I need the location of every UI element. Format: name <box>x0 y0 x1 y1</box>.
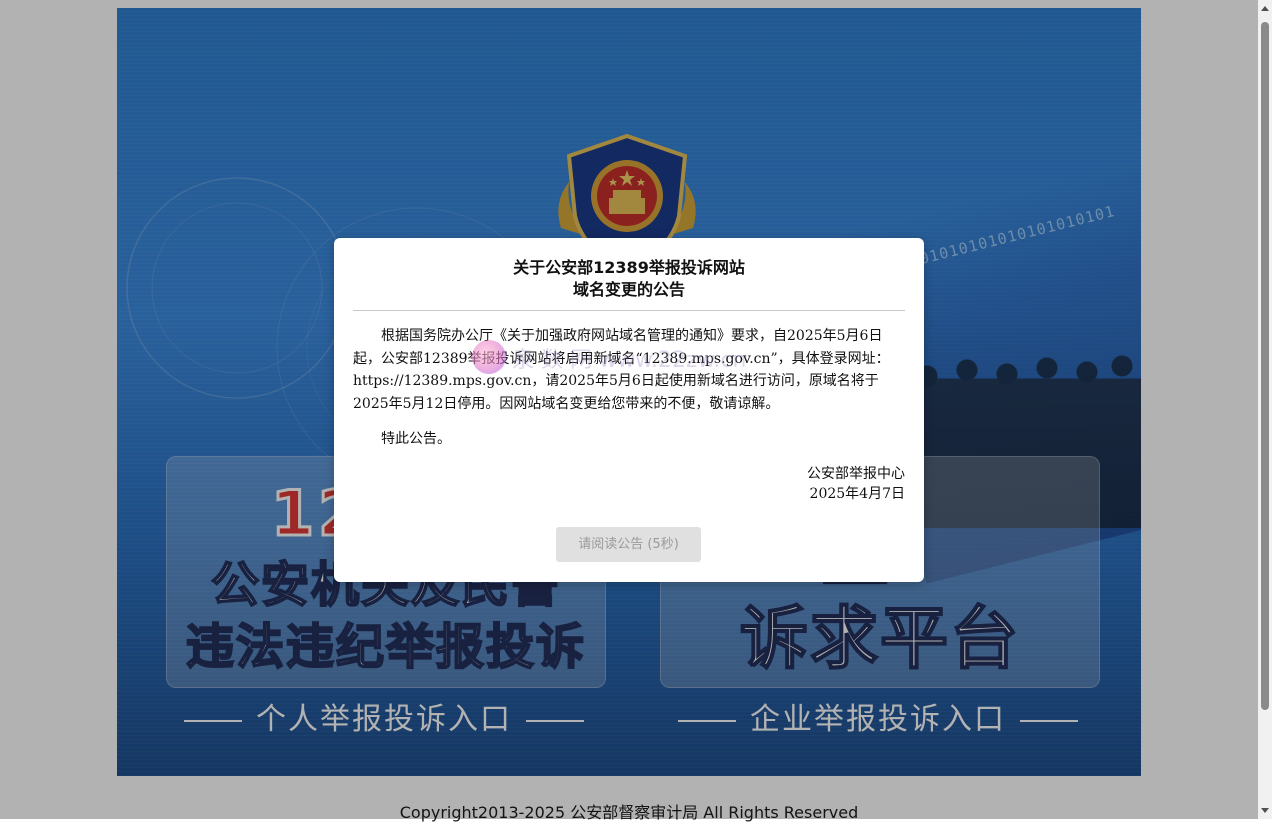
scrollbar-thumb[interactable] <box>1261 22 1269 710</box>
notice-title-line2: 域名变更的公告 <box>572 280 685 299</box>
page: 01010101010101010101 12 公安机关及民警 违法违纪举报投诉… <box>0 0 1258 822</box>
notice-paragraph-1: 根据国务院办公厅《关于加强政府网站域名管理的通知》要求，自2025年5月6日起，… <box>353 328 890 412</box>
notice-body: 根据国务院办公厅《关于加强政府网站域名管理的通知》要求，自2025年5月6日起，… <box>353 325 905 451</box>
notice-signature: 公安部举报中心 2025年4月7日 <box>807 464 905 504</box>
vertical-scrollbar[interactable] <box>1258 0 1272 819</box>
scroll-up-arrow-icon[interactable] <box>1261 6 1269 11</box>
notice-paragraph-2: 特此公告。 <box>381 431 451 447</box>
scroll-down-arrow-icon[interactable] <box>1261 808 1269 813</box>
notice-title-line1: 关于公安部12389举报投诉网站 <box>513 258 745 277</box>
notice-title: 关于公安部12389举报投诉网站 域名变更的公告 <box>334 257 924 301</box>
notice-signature-date: 2025年4月7日 <box>809 486 905 502</box>
notice-signature-org: 公安部举报中心 <box>807 466 905 482</box>
notice-dialog: 关于公安部12389举报投诉网站 域名变更的公告 根据国务院办公厅《关于加强政府… <box>334 238 924 582</box>
read-notice-button[interactable]: 请阅读公告 (5秒) <box>556 527 701 562</box>
notice-divider <box>353 310 905 311</box>
